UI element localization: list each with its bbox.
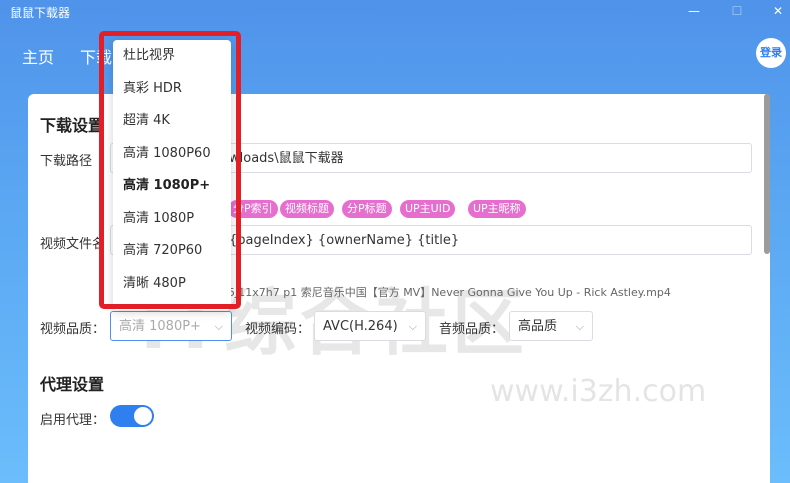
close-button[interactable]: ✕ xyxy=(768,2,788,20)
enable-proxy-toggle[interactable] xyxy=(110,405,154,427)
quality-option-dolby-vision[interactable]: 杜比视界 xyxy=(113,40,231,73)
chevron-down-icon: ⌵ xyxy=(214,320,223,333)
tag-video-title[interactable]: 视频标题 xyxy=(280,200,334,218)
quality-option-720p60[interactable]: 高清 720P60 xyxy=(113,235,231,268)
watermark-url: www.i3zh.com xyxy=(490,374,707,409)
tag-page-index[interactable]: 分P索引 xyxy=(228,200,278,218)
tag-uploader-name[interactable]: UP主昵称 xyxy=(468,200,526,218)
quality-option-4k[interactable]: 超清 4K xyxy=(113,105,231,138)
nav-item-home[interactable]: 主页 xyxy=(22,44,54,68)
quality-option-1080p[interactable]: 高清 1080P xyxy=(113,203,231,236)
tag-page-title[interactable]: 分P标题 xyxy=(342,200,392,218)
download-path-label: 下载路径 xyxy=(40,154,93,169)
chevron-down-icon: ⌵ xyxy=(575,320,584,333)
enable-proxy-label: 启用代理： xyxy=(40,413,106,428)
minimize-button[interactable]: — xyxy=(684,2,704,20)
download-settings-title: 下载设置 xyxy=(40,116,105,135)
nav-item-download[interactable]: 下载 xyxy=(80,44,112,68)
login-button[interactable]: 登录 xyxy=(756,38,786,68)
quality-option-1080p-plus[interactable]: 高清 1080P+ xyxy=(113,170,231,203)
tag-uploader-uid[interactable]: UP主UID xyxy=(400,200,456,218)
quality-option-hdr[interactable]: 真彩 HDR xyxy=(113,73,231,106)
video-codec-value: AVC(H.264) xyxy=(323,319,398,334)
video-codec-select[interactable]: AVC(H.264) ⌵ xyxy=(314,311,426,341)
quality-option-1080p60[interactable]: 高清 1080P60 xyxy=(113,138,231,171)
proxy-settings-title: 代理设置 xyxy=(40,375,105,394)
video-quality-select[interactable]: 高清 1080P+ ⌵ xyxy=(110,311,232,341)
window-title: 鼠鼠下载器 xyxy=(10,6,71,20)
filename-preview: 5J11x7h7 p1 索尼音乐中国【官方 MV】Never Gonna Giv… xyxy=(228,286,671,299)
video-quality-dropdown: 杜比视界 真彩 HDR 超清 4K 高清 1080P60 高清 1080P+ 高… xyxy=(113,40,231,310)
audio-quality-label: 音频品质： xyxy=(439,322,505,337)
video-quality-value: 高清 1080P+ xyxy=(119,319,201,334)
quality-option-480p[interactable]: 清晰 480P xyxy=(113,268,231,301)
scrollbar[interactable] xyxy=(764,94,770,254)
title-bar: 鼠鼠下载器 — ☐ ✕ xyxy=(0,0,790,24)
maximize-button[interactable]: ☐ xyxy=(727,2,747,20)
toggle-knob xyxy=(134,407,152,425)
filename-label: 视频文件名 xyxy=(40,237,106,252)
video-quality-label: 视频品质： xyxy=(40,322,106,337)
video-codec-label: 视频编码： xyxy=(245,322,311,337)
audio-quality-value: 高品质 xyxy=(518,319,558,334)
audio-quality-select[interactable]: 高品质 ⌵ xyxy=(509,311,593,341)
chevron-down-icon: ⌵ xyxy=(408,320,417,333)
